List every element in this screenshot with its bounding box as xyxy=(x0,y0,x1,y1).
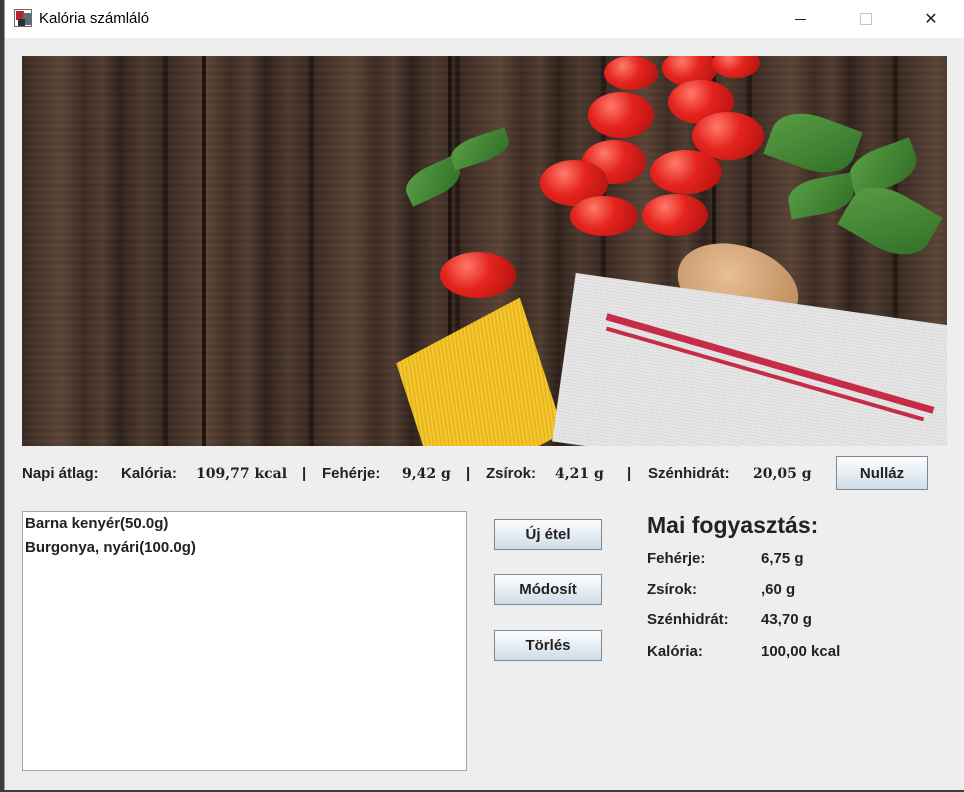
avg-fat-value: 4,21 g xyxy=(555,466,604,482)
today-calorie-value: 100,00 kcal xyxy=(761,643,841,660)
close-icon: ✕ xyxy=(924,11,938,28)
today-calorie-label: Kalória: xyxy=(647,643,703,660)
today-protein-value: 6,75 g xyxy=(761,550,804,567)
maximize-button[interactable] xyxy=(843,0,889,38)
list-item[interactable]: Barna kenyér(50.0g) xyxy=(23,512,466,536)
today-fat-value: ,60 g xyxy=(761,581,796,598)
separator: | xyxy=(302,465,307,482)
food-list[interactable]: Barna kenyér(50.0g) Burgonya, nyári(100.… xyxy=(22,511,467,771)
today-consumption-title: Mai fogyasztás: xyxy=(647,512,819,538)
today-fat-label: Zsírok: xyxy=(647,581,698,598)
minimize-button[interactable] xyxy=(777,0,823,38)
today-carb-value: 43,70 g xyxy=(761,611,812,628)
modify-button[interactable]: Módosít xyxy=(494,574,602,605)
reset-button[interactable]: Nulláz xyxy=(836,456,928,490)
avg-protein-value: 9,42 g xyxy=(402,466,451,482)
title-bar: Kalória számláló ✕ xyxy=(5,0,964,38)
delete-button[interactable]: Törlés xyxy=(494,630,602,661)
food-banner-image xyxy=(22,56,947,446)
avg-protein-label: Fehérje: xyxy=(322,465,381,482)
avg-calorie-label: Kalória: xyxy=(121,465,177,482)
minimize-icon xyxy=(794,18,806,20)
maximize-icon xyxy=(860,13,872,25)
app-window: Kalória számláló ✕ Napi átlag: Kalória: … xyxy=(4,0,964,790)
today-protein-label: Fehérje: xyxy=(647,550,706,567)
avg-carb-label: Szénhidrát: xyxy=(648,465,730,482)
window-title: Kalória számláló xyxy=(39,10,150,27)
close-button[interactable]: ✕ xyxy=(908,0,954,38)
list-item[interactable]: Burgonya, nyári(100.0g) xyxy=(23,536,466,560)
separator: | xyxy=(466,465,471,482)
new-food-button[interactable]: Új étel xyxy=(494,519,602,550)
separator: | xyxy=(627,465,632,482)
avg-carb-value: 20,05 g xyxy=(753,466,812,482)
today-carb-label: Szénhidrát: xyxy=(647,611,729,628)
avg-fat-label: Zsírok: xyxy=(486,465,537,482)
avg-calorie-value: 109,77 kcal xyxy=(196,466,288,482)
daily-average-label: Napi átlag: xyxy=(22,465,99,482)
app-icon xyxy=(14,9,32,27)
